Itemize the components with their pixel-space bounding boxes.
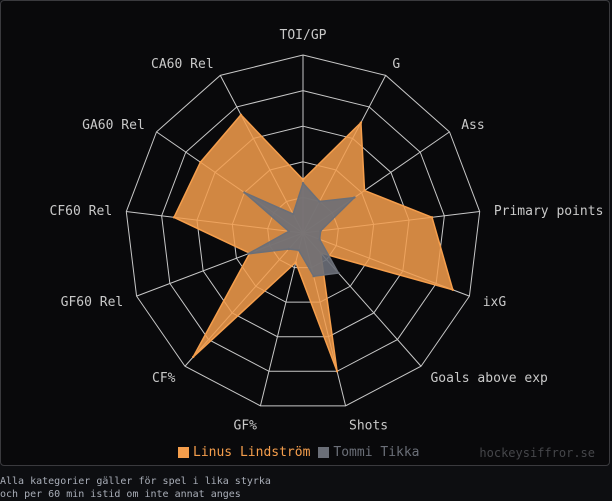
series-1-point-1: [301, 178, 305, 181]
credit-text: hockeysiffror.se: [479, 446, 595, 460]
series-1-point-5: [451, 288, 454, 292]
legend-swatch-series-1: [178, 447, 189, 458]
series-2-point-6: [337, 271, 340, 275]
axis-label-2: G: [392, 57, 400, 72]
axis-label-5: ixG: [483, 295, 507, 310]
legend-item-series-1[interactable]: Linus Lindström: [178, 445, 310, 460]
legend: Linus Lindström Tommi Tikka: [178, 445, 428, 460]
axis-label-7: Shots: [349, 419, 388, 434]
legend-swatch-series-2: [318, 447, 330, 458]
series-2-point-13: [291, 212, 295, 216]
series-2-point-3: [353, 196, 356, 199]
legend-label-series-1: Linus Lindström: [193, 445, 311, 460]
legend-item-series-2[interactable]: Tommi Tikka: [318, 445, 420, 460]
series-2-point-4: [319, 229, 322, 233]
axis-label-13: CA60 Rel: [151, 57, 214, 72]
series-2-point-2: [318, 200, 321, 203]
series-2-point-5: [318, 238, 321, 241]
series-1-point-12: [199, 161, 202, 164]
series-2-point-8: [297, 249, 300, 252]
axis-label-8: GF%: [234, 419, 258, 434]
axis-label-12: GA60 Rel: [82, 118, 145, 133]
chart-panel: TOI/GP G Ass Primary points ixG Goals above e…: [0, 0, 610, 466]
series-1-point-4: [430, 216, 434, 219]
series-1-point-3: [363, 189, 366, 192]
axis-label-1: TOI/GP: [280, 28, 327, 43]
series-2-point-11: [287, 230, 291, 233]
footnote-line-1: Alla kategorier gäller för spel i lika s…: [0, 476, 271, 487]
legend-label-series-2: Tommi Tikka: [333, 445, 420, 460]
series-2-point-10: [246, 252, 250, 256]
series-1-point-13: [239, 113, 243, 116]
radar-chart: TOI/GP G Ass Primary points ixG Goals above e…: [50, 28, 604, 434]
axis-label-10: GF60 Rel: [61, 295, 124, 310]
axis-label-6: Goals above exp: [430, 371, 548, 386]
stage: TOI/GP G Ass Primary points ixG Goals above e…: [0, 0, 612, 500]
series-2-point-7: [312, 275, 315, 278]
series-1-point-9: [192, 355, 195, 359]
series-2-point-9: [287, 247, 291, 251]
axis-label-3: Ass: [461, 118, 484, 133]
series-2-point-1: [301, 181, 305, 185]
series-1-point-8: [294, 261, 297, 264]
series-1-point-11: [172, 216, 176, 219]
series-1-point-2: [359, 121, 363, 124]
axis-label-4: Primary points: [494, 204, 604, 219]
series-1-point-7: [335, 370, 339, 373]
footnote-line-2: och per 60 min istid om inte annat anges: [0, 489, 241, 500]
axis-label-11: CF60 Rel: [50, 204, 113, 219]
series-2-point-12: [243, 191, 246, 194]
axis-label-9: CF%: [152, 371, 176, 386]
